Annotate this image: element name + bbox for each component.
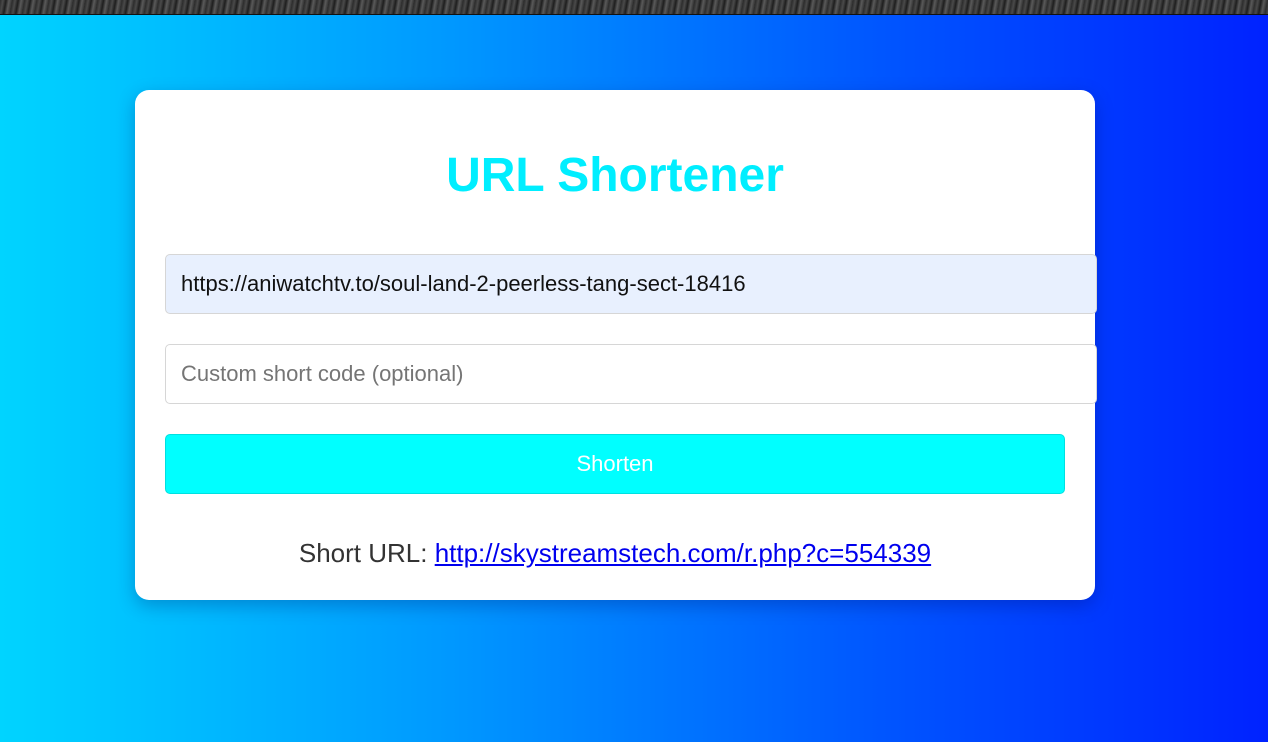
shorten-button[interactable]: Shorten (165, 434, 1065, 494)
short-url-result: Short URL: http://skystreamstech.com/r.p… (135, 537, 1095, 569)
custom-code-input[interactable] (165, 344, 1097, 404)
long-url-input[interactable] (165, 254, 1097, 314)
short-url-link[interactable]: http://skystreamstech.com/r.php?c=554339 (435, 538, 931, 568)
page-title: URL Shortener (446, 149, 784, 202)
short-url-label: Short URL: (298, 538, 435, 568)
shortener-card: URL Shortener Shorten Short URL: http://… (135, 90, 1097, 600)
window-top-strip (0, 0, 1268, 15)
